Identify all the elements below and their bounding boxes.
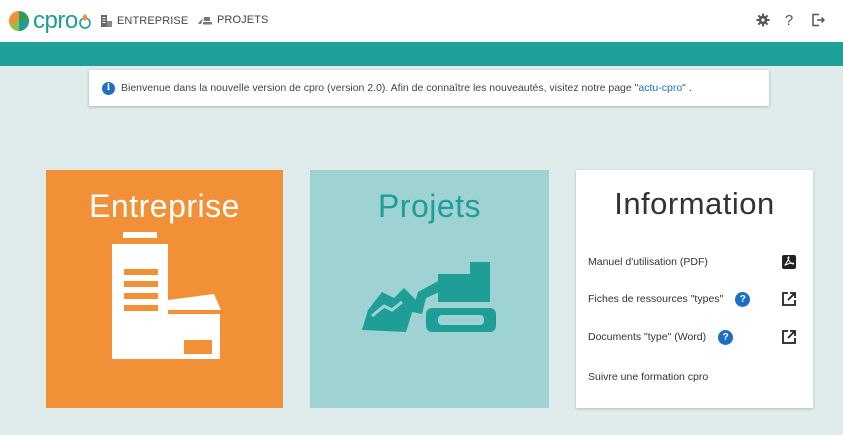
projets-card[interactable]: Projets — [310, 170, 549, 408]
settings-gear-icon[interactable] — [753, 10, 773, 30]
manuel-utilisation-link[interactable]: Manuel d'utilisation (PDF) — [588, 252, 797, 272]
notice-text-end: " . — [682, 82, 692, 94]
documents-label: Documents "type" (Word) — [588, 331, 707, 343]
help-icon-label: ? — [784, 11, 794, 29]
info-icon: i — [102, 81, 115, 95]
pdf-icon[interactable] — [781, 254, 797, 270]
header-accent-bar — [0, 42, 843, 66]
information-card-title: Information — [614, 186, 775, 221]
help-circle-icon[interactable]: ? — [718, 329, 734, 345]
nav-projets[interactable]: PROJETS — [197, 14, 268, 26]
top-navbar: cpro ENTREPRISE PROJETS ? — [0, 0, 843, 42]
information-card: Information Manuel d'utilisation (PDF) F… — [576, 170, 813, 408]
logout-icon[interactable] — [808, 10, 828, 30]
external-link-icon[interactable] — [781, 291, 797, 307]
excavator-illustration-icon — [362, 262, 496, 332]
welcome-notice: i Bienvenue dans la nouvelle version de … — [89, 70, 769, 106]
fiches-label: Fiches de ressources "types" — [588, 293, 724, 305]
formation-label: Suivre une formation cpro — [588, 371, 709, 383]
actu-cpro-link[interactable]: actu-cpro — [638, 82, 682, 94]
formation-cpro-link[interactable]: Suivre une formation cpro — [588, 367, 797, 387]
building-icon — [101, 15, 112, 27]
documents-type-link[interactable]: Documents "type" (Word) ? — [588, 327, 797, 347]
help-circle-icon[interactable]: ? — [735, 291, 751, 307]
nav-entreprise[interactable]: ENTREPRISE — [99, 14, 188, 28]
nav-projets-label: PROJETS — [217, 14, 269, 26]
notice-text: Bienvenue dans la nouvelle version de cp… — [121, 82, 639, 94]
entreprise-card[interactable]: Entreprise — [46, 170, 283, 408]
logo-leaf-icon — [78, 14, 91, 29]
excavator-icon — [198, 17, 212, 25]
building-illustration-icon — [112, 232, 221, 359]
cpro-logo[interactable]: cpro — [8, 7, 91, 34]
fiches-ressources-link[interactable]: Fiches de ressources "types" ? — [588, 289, 797, 309]
nav-entreprise-label: ENTREPRISE — [117, 15, 189, 27]
help-icon[interactable]: ? — [779, 10, 799, 30]
external-link-icon[interactable] — [781, 329, 797, 345]
logo-text: cpro — [33, 7, 78, 34]
logo-globe-icon — [9, 11, 29, 31]
manuel-label: Manuel d'utilisation (PDF) — [588, 256, 708, 268]
